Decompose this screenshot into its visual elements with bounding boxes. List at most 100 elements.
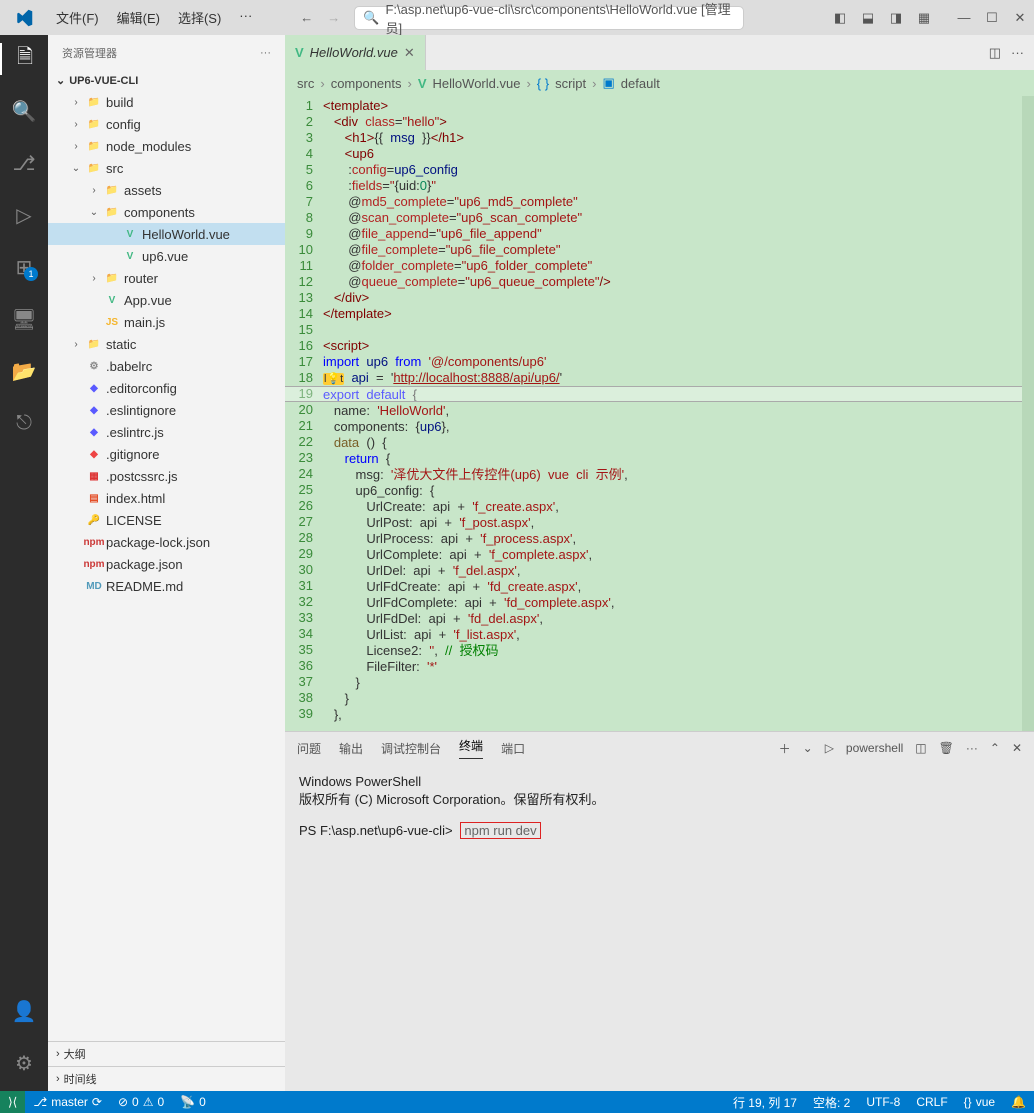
chevron-icon[interactable]: › [88, 273, 100, 284]
terminal-body[interactable]: Windows PowerShell 版权所有 (C) Microsoft Co… [285, 764, 1034, 1091]
nav-forward-icon[interactable]: → [327, 10, 340, 25]
command-center[interactable]: 🔍 F:\asp.net\up6-vue-cli\src\components\… [354, 6, 744, 30]
panel-close-icon[interactable]: ✕ [1012, 741, 1022, 755]
tree-item[interactable]: Vup6.vue [48, 245, 285, 267]
chevron-down-icon[interactable]: ⌄ [56, 74, 65, 87]
breadcrumb[interactable]: src› components› VHelloWorld.vue› { }scr… [285, 70, 1034, 96]
tree-item[interactable]: npmpackage.json [48, 553, 285, 575]
tree-item[interactable]: npmpackage-lock.json [48, 531, 285, 553]
crumb[interactable]: src [297, 76, 314, 91]
kill-terminal-icon[interactable]: 🗑 [939, 741, 954, 755]
remote-indicator[interactable]: ⟩⟨ [0, 1091, 25, 1113]
layout-grid-icon[interactable]: ▦ [910, 10, 938, 26]
shell-name[interactable]: powershell [846, 741, 903, 755]
eol-status[interactable]: CRLF [908, 1094, 955, 1111]
code-body[interactable]: <template> <div class="hello"> <h1>{{ ms… [323, 96, 1022, 731]
nav-back-icon[interactable]: ← [300, 10, 313, 25]
tree-item[interactable]: JSmain.js [48, 311, 285, 333]
panel-more-icon[interactable]: ··· [966, 741, 978, 755]
split-terminal-icon[interactable]: ◫ [915, 741, 926, 755]
run-debug-icon[interactable]: ▷ [0, 199, 48, 231]
panel-tab-debug[interactable]: 调试控制台 [381, 740, 441, 757]
indent-status[interactable]: 空格: 2 [805, 1094, 858, 1111]
outline-header[interactable]: 大纲 [64, 1046, 86, 1062]
tree-item[interactable]: ▦.postcssrc.js [48, 465, 285, 487]
extensions-icon[interactable]: ⊞1 [0, 251, 48, 283]
encoding-status[interactable]: UTF-8 [858, 1094, 908, 1111]
maximize-icon[interactable]: ☐ [978, 10, 1006, 26]
file-icon: 📁 [104, 207, 120, 218]
menu-more[interactable]: ··· [231, 4, 260, 31]
code-editor[interactable]: 1234567891011121314151617181920212223242… [285, 96, 1034, 731]
folder-icon[interactable]: 📂 [0, 355, 48, 387]
tree-item[interactable]: ›📁build [48, 91, 285, 113]
remote-explorer-icon[interactable]: 🖥 [0, 303, 48, 335]
settings-gear-icon[interactable]: ⚙ [0, 1047, 48, 1079]
cursor-position[interactable]: 行 19, 列 17 [725, 1094, 805, 1111]
panel-tab-terminal[interactable]: 终端 [459, 737, 483, 759]
minimize-icon[interactable]: ― [950, 10, 978, 26]
tree-item[interactable]: ⚙.babelrc [48, 355, 285, 377]
search-icon[interactable]: 🔍 [0, 95, 48, 127]
tree-item[interactable]: ›📁config [48, 113, 285, 135]
layout-bottom-icon[interactable]: ⬓ [854, 10, 882, 26]
crumb[interactable]: default [621, 76, 660, 91]
git-branch[interactable]: ⎇ master ⟳ [25, 1095, 110, 1109]
chevron-icon[interactable]: ⌄ [70, 163, 82, 174]
chevron-icon[interactable]: › [70, 141, 82, 152]
split-editor-icon[interactable]: ◫ [989, 45, 1001, 61]
panel-maximize-icon[interactable]: ⌃ [990, 741, 1000, 755]
tree-item[interactable]: ›📁node_modules [48, 135, 285, 157]
tree-item[interactable]: ›📁router [48, 267, 285, 289]
chevron-right-icon[interactable]: › [56, 1073, 60, 1085]
tree-item[interactable]: VHelloWorld.vue [48, 223, 285, 245]
layout-left-icon[interactable]: ◧ [826, 10, 854, 26]
source-control-icon[interactable]: ⎇ [0, 147, 48, 179]
layout-right-icon[interactable]: ◨ [882, 10, 910, 26]
tree-item[interactable]: ◆.eslintignore [48, 399, 285, 421]
chevron-icon[interactable]: › [70, 339, 82, 350]
explorer-icon[interactable]: 🗎 [0, 43, 48, 75]
notifications-icon[interactable]: 🔔 [1003, 1094, 1034, 1111]
chevron-icon[interactable]: › [88, 185, 100, 196]
tab-helloworld[interactable]: V HelloWorld.vue ✕ [285, 35, 426, 70]
tree-item[interactable]: MDREADME.md [48, 575, 285, 597]
terminal-dropdown-icon[interactable]: ⌄ [803, 741, 813, 755]
menu-edit[interactable]: 编辑(E) [109, 4, 168, 31]
sidebar-more-icon[interactable]: ··· [260, 47, 271, 59]
tree-item[interactable]: ›📁static [48, 333, 285, 355]
chevron-icon[interactable]: ⌄ [88, 207, 100, 218]
tree-item[interactable]: ⌄📁components [48, 201, 285, 223]
misc-icon[interactable]: ⎋ [0, 407, 48, 439]
panel-tab-problems[interactable]: 问题 [297, 740, 321, 757]
account-icon[interactable]: 👤 [0, 995, 48, 1027]
tab-more-icon[interactable]: ··· [1011, 45, 1024, 60]
tree-item[interactable]: ◆.editorconfig [48, 377, 285, 399]
tree-item[interactable]: ⌄📁src [48, 157, 285, 179]
problems-status[interactable]: ⊘ 0 ⚠ 0 [110, 1095, 172, 1109]
tree-item[interactable]: ›📁assets [48, 179, 285, 201]
ports-status[interactable]: 📡 0 [172, 1095, 214, 1109]
crumb[interactable]: script [555, 76, 586, 91]
crumb[interactable]: HelloWorld.vue [433, 76, 521, 91]
timeline-header[interactable]: 时间线 [64, 1071, 97, 1087]
new-terminal-icon[interactable]: ＋ [779, 740, 791, 757]
tree-item[interactable]: ◆.eslintrc.js [48, 421, 285, 443]
language-status[interactable]: {} vue [956, 1094, 1003, 1111]
project-root[interactable]: UP6-VUE-CLI [69, 75, 138, 87]
tree-item[interactable]: ▤index.html [48, 487, 285, 509]
panel-tab-output[interactable]: 输出 [339, 740, 363, 757]
chevron-right-icon[interactable]: › [56, 1048, 60, 1060]
close-icon[interactable]: ✕ [1006, 10, 1034, 26]
tree-item[interactable]: VApp.vue [48, 289, 285, 311]
crumb[interactable]: components [331, 76, 402, 91]
tab-close-icon[interactable]: ✕ [404, 45, 415, 61]
tree-item[interactable]: 🔑LICENSE [48, 509, 285, 531]
panel-tab-ports[interactable]: 端口 [501, 740, 525, 757]
tree-item[interactable]: ◆.gitignore [48, 443, 285, 465]
chevron-icon[interactable]: › [70, 97, 82, 108]
chevron-icon[interactable]: › [70, 119, 82, 130]
menu-file[interactable]: 文件(F) [48, 4, 107, 31]
menu-select[interactable]: 选择(S) [170, 4, 229, 31]
minimap[interactable] [1022, 96, 1034, 731]
